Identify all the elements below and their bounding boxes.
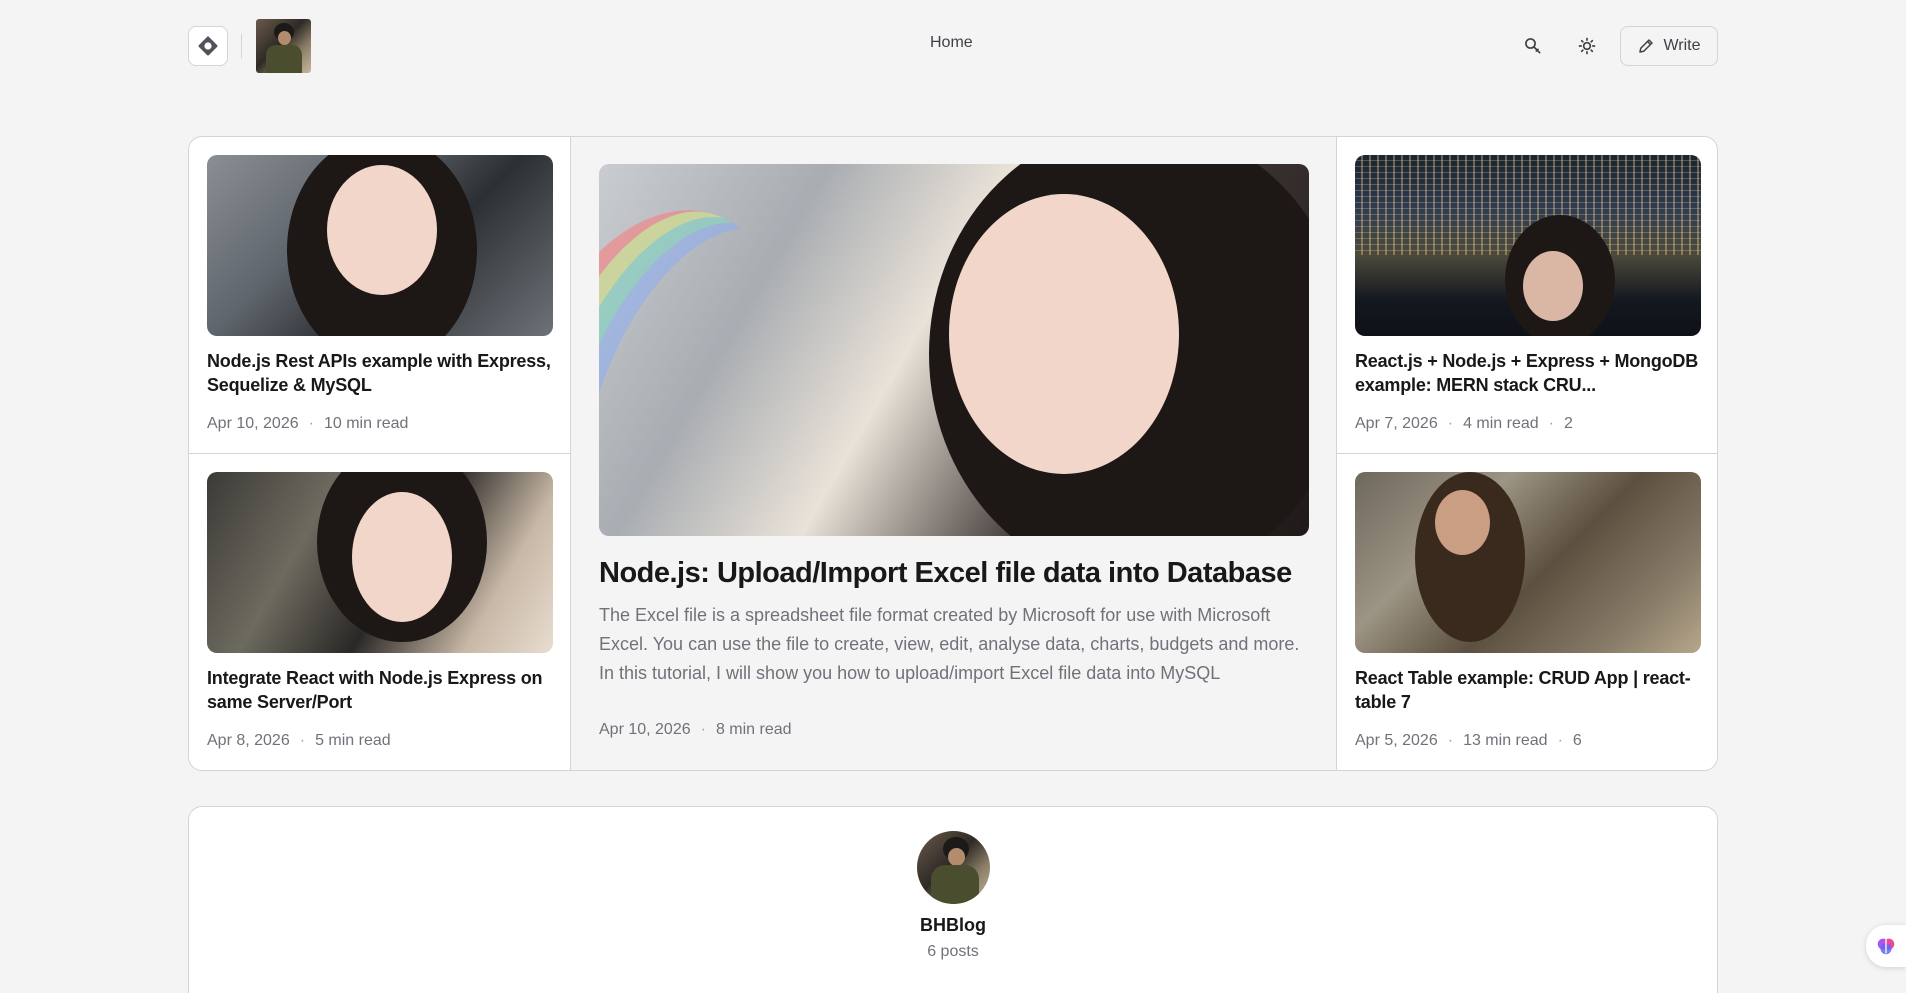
post-count: 6 posts bbox=[927, 943, 979, 960]
meta-separator: · bbox=[1548, 415, 1554, 432]
post-excerpt: The Excel file is a spreadsheet file for… bbox=[599, 605, 1300, 683]
post-read-time: 13 min read bbox=[1463, 732, 1548, 749]
post-title[interactable]: Node.js: Upload/Import Excel file data i… bbox=[599, 555, 1319, 591]
nav-home-link[interactable]: Home bbox=[930, 34, 973, 52]
pen-icon bbox=[1639, 39, 1654, 53]
brain-icon bbox=[1877, 938, 1895, 955]
post-title[interactable]: Node.js Rest APIs example with Express, … bbox=[207, 349, 553, 397]
meta-separator: · bbox=[308, 415, 314, 432]
post-card[interactable]: React Table example: CRUD App | react-ta… bbox=[1337, 454, 1717, 770]
post-date: Apr 10, 2026 bbox=[207, 415, 299, 432]
meta-separator: · bbox=[700, 721, 706, 738]
theme-toggle-button[interactable] bbox=[1572, 31, 1602, 61]
meta-separator: · bbox=[1447, 415, 1454, 432]
post-meta: Apr 7, 2026 · 4 min read · 2 bbox=[1355, 415, 1573, 433]
featured-main-post[interactable]: Node.js: Upload/Import Excel file data i… bbox=[571, 137, 1337, 770]
write-button[interactable]: Write bbox=[1620, 26, 1718, 66]
post-date: Apr 10, 2026 bbox=[599, 721, 691, 738]
write-button-label: Write bbox=[1663, 37, 1701, 54]
post-read-time: 5 min read bbox=[315, 732, 391, 749]
post-date: Apr 7, 2026 bbox=[1355, 415, 1438, 432]
post-read-time: 10 min read bbox=[323, 415, 409, 432]
featured-right-column: React.js + Node.js + Express + MongoDB e… bbox=[1337, 137, 1717, 770]
hashnode-logo-icon bbox=[198, 36, 218, 56]
post-card[interactable]: Integrate React with Node.js Express on … bbox=[189, 454, 571, 770]
post-comment-count: 2 bbox=[1563, 415, 1573, 432]
post-title[interactable]: React Table example: CRUD App | react-ta… bbox=[1355, 666, 1701, 714]
post-read-time: 8 min read bbox=[715, 721, 792, 738]
site-header: Home Write bbox=[0, 0, 1906, 90]
blog-logo-button[interactable] bbox=[188, 26, 228, 66]
meta-separator: · bbox=[1447, 732, 1454, 749]
sun-icon bbox=[1578, 37, 1596, 55]
post-cover-image[interactable] bbox=[1355, 155, 1701, 336]
post-meta: Apr 8, 2026 · 5 min read bbox=[207, 732, 391, 750]
post-cover-image[interactable] bbox=[207, 155, 553, 336]
post-cover-image[interactable] bbox=[207, 472, 553, 653]
search-icon bbox=[1525, 38, 1541, 54]
post-meta: Apr 10, 2026 · 10 min read bbox=[207, 415, 408, 433]
blog-name: BHBlog bbox=[920, 915, 986, 935]
assistant-widget-button[interactable] bbox=[1866, 925, 1906, 967]
post-date: Apr 8, 2026 bbox=[207, 732, 290, 749]
meta-separator: · bbox=[299, 732, 306, 749]
header-divider bbox=[241, 34, 242, 58]
post-read-time: 4 min read bbox=[1463, 415, 1539, 432]
blog-avatar-image[interactable] bbox=[256, 19, 311, 73]
search-button[interactable] bbox=[1518, 31, 1548, 61]
meta-separator: · bbox=[1557, 732, 1563, 749]
post-cover-image[interactable] bbox=[599, 164, 1309, 536]
author-avatar[interactable] bbox=[917, 831, 990, 904]
blog-profile-card: BHBlog 6 posts bbox=[188, 806, 1718, 993]
post-title[interactable]: React.js + Node.js + Express + MongoDB e… bbox=[1355, 349, 1701, 397]
post-card[interactable]: Node.js Rest APIs example with Express, … bbox=[189, 137, 571, 454]
post-meta: Apr 10, 2026 · 8 min read bbox=[599, 721, 792, 739]
featured-posts-grid: Node.js Rest APIs example with Express, … bbox=[188, 136, 1718, 771]
post-title[interactable]: Integrate React with Node.js Express on … bbox=[207, 666, 553, 714]
post-cover-image[interactable] bbox=[1355, 472, 1701, 653]
post-date: Apr 5, 2026 bbox=[1355, 732, 1438, 749]
post-meta: Apr 5, 2026 · 13 min read · 6 bbox=[1355, 732, 1582, 750]
featured-left-column: Node.js Rest APIs example with Express, … bbox=[189, 137, 571, 770]
post-card[interactable]: React.js + Node.js + Express + MongoDB e… bbox=[1337, 137, 1717, 454]
post-comment-count: 6 bbox=[1572, 732, 1582, 749]
